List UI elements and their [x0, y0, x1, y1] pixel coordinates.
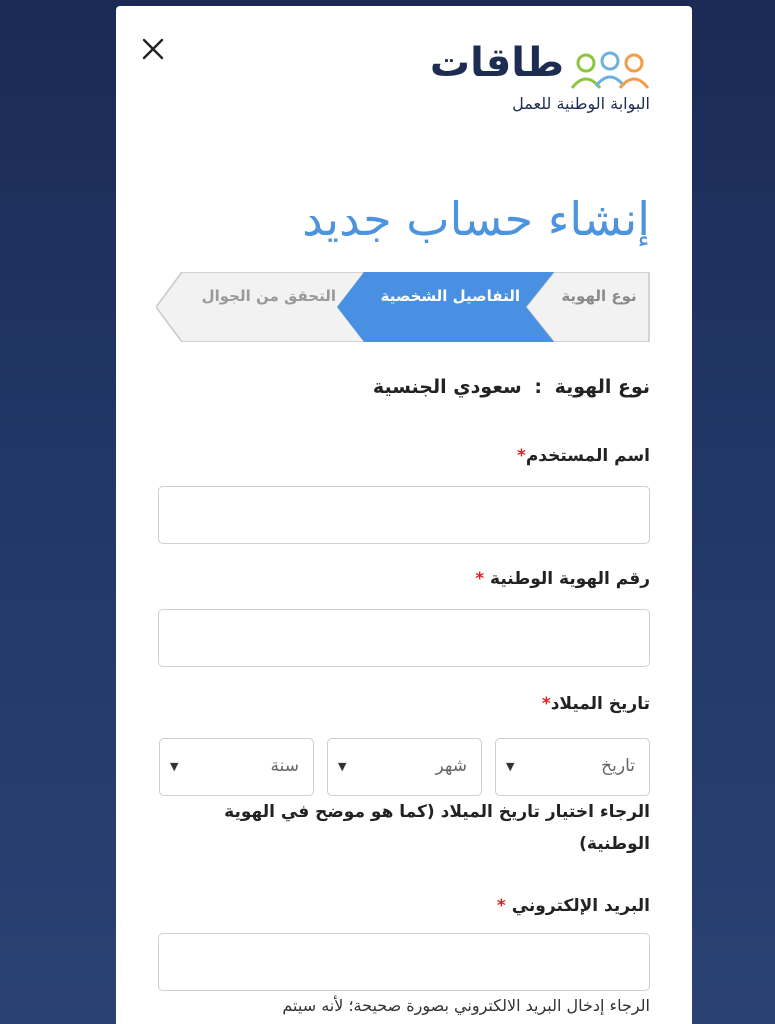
email-label-text: البريد الإلكتروني [511, 896, 650, 916]
signup-steps: نوع الهوية التفاصيل الشخصية التحقق من ال… [156, 272, 650, 342]
national-id-label: رقم الهوية الوطنية * [475, 569, 650, 589]
step-mobile-verification[interactable]: التحقق من الجوال [202, 286, 336, 306]
people-logo-icon [570, 51, 650, 89]
step-id-type[interactable]: نوع الهوية [554, 286, 644, 306]
dob-label: تاريخ الميلاد* [542, 694, 650, 714]
username-label: اسم المستخدم* [517, 446, 650, 466]
close-icon[interactable] [140, 36, 166, 62]
email-help-text: الرجاء إدخال البريد الالكتروني بصورة صحي… [282, 996, 650, 1015]
username-input[interactable] [158, 486, 650, 544]
required-mark: * [475, 569, 485, 589]
dob-day-select[interactable]: تاريخ ▼ [495, 738, 650, 796]
id-type-separator: : [534, 376, 542, 398]
dob-label-text: تاريخ الميلاد [550, 694, 650, 714]
caret-down-icon: ▼ [338, 760, 347, 773]
national-id-label-text: رقم الهوية الوطنية [490, 569, 650, 589]
id-type-value: سعودي الجنسية [372, 376, 522, 398]
caret-down-icon: ▼ [506, 760, 515, 773]
required-mark: * [496, 896, 506, 916]
dob-month-select[interactable]: شهر ▼ [327, 738, 482, 796]
dob-year-select[interactable]: سنة ▼ [159, 738, 314, 796]
logo-wordmark: طاقات [429, 40, 564, 86]
dob-month-value: شهر [435, 756, 467, 776]
username-label-text: اسم المستخدم [525, 446, 650, 466]
step-2-shape [337, 272, 554, 342]
page-title: إنشاء حساب جديد [302, 192, 650, 246]
dob-help-text: الرجاء اختيار تاريخ الميلاد (كما هو موضح… [224, 802, 650, 854]
dob-year-value: سنة [270, 756, 300, 776]
step-personal-details[interactable]: التفاصيل الشخصية [381, 286, 520, 306]
required-mark: * [541, 694, 551, 714]
email-label: البريد الإلكتروني * [497, 896, 650, 916]
email-input[interactable] [158, 933, 650, 991]
signup-modal: طاقات البوابة الوطنية للعمل إنشاء حساب ج… [116, 6, 692, 1024]
taqat-logo: طاقات البوابة الوطنية للعمل [410, 40, 650, 126]
required-mark: * [516, 446, 526, 466]
logo-subtitle: البوابة الوطنية للعمل [512, 94, 650, 113]
id-type-label: نوع الهوية [554, 376, 650, 398]
id-type-line: نوع الهوية : سعودي الجنسية [373, 376, 650, 398]
dob-day-value: تاريخ [601, 756, 635, 776]
caret-down-icon: ▼ [170, 760, 179, 773]
national-id-input[interactable] [158, 609, 650, 667]
